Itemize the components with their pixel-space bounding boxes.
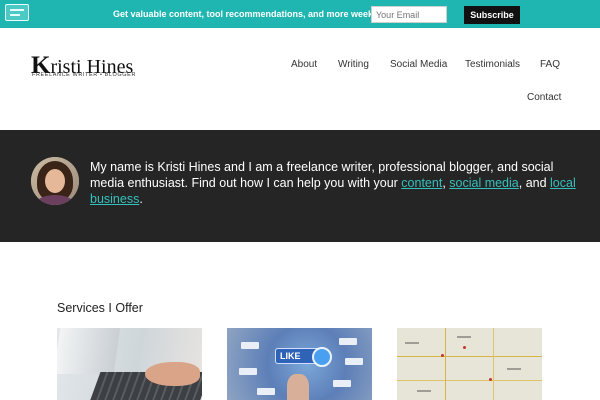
services-heading: Services I Offer xyxy=(57,301,143,315)
subscribe-button[interactable]: Subscribe xyxy=(464,6,520,24)
intro-separator: , and xyxy=(518,176,551,190)
service-thumbnail-social-media[interactable]: LIKE xyxy=(227,328,372,400)
service-thumbnail-local-business[interactable] xyxy=(397,328,542,400)
nav-item-contact[interactable]: Contact xyxy=(527,92,561,103)
email-input[interactable] xyxy=(371,6,447,23)
intro-text: My name is Kristi Hines and I am a freel… xyxy=(90,159,580,207)
service-thumbnail-content[interactable] xyxy=(57,328,202,400)
nav-item-writing[interactable]: Writing xyxy=(338,59,369,70)
site-logo[interactable]: Kristi Hines FREELANCE WRITER • BLOGGER xyxy=(31,52,141,82)
intro-section: My name is Kristi Hines and I am a freel… xyxy=(0,130,600,242)
like-label: LIKE xyxy=(280,351,301,361)
avatar xyxy=(31,157,79,205)
logo-tagline: FREELANCE WRITER • BLOGGER xyxy=(32,72,137,78)
pointing-finger xyxy=(287,374,309,400)
typing-hand xyxy=(145,362,200,386)
nav-item-faq[interactable]: FAQ xyxy=(540,59,560,70)
promo-bar: Get valuable content, tool recommendatio… xyxy=(0,0,600,28)
social-media-link[interactable]: social media xyxy=(449,176,518,190)
thumbs-up-icon xyxy=(312,347,332,367)
intro-text-end: . xyxy=(139,192,143,206)
like-badge: LIKE xyxy=(275,347,332,367)
nav-item-about[interactable]: About xyxy=(291,59,317,70)
content-link[interactable]: content xyxy=(401,176,442,190)
promo-text: Get valuable content, tool recommendatio… xyxy=(113,9,384,19)
promo-logo-icon[interactable] xyxy=(5,4,29,21)
nav-item-social-media[interactable]: Social Media xyxy=(390,59,447,70)
laptop-screen xyxy=(57,328,121,374)
nav-item-testimonials[interactable]: Testimonials xyxy=(465,59,520,70)
